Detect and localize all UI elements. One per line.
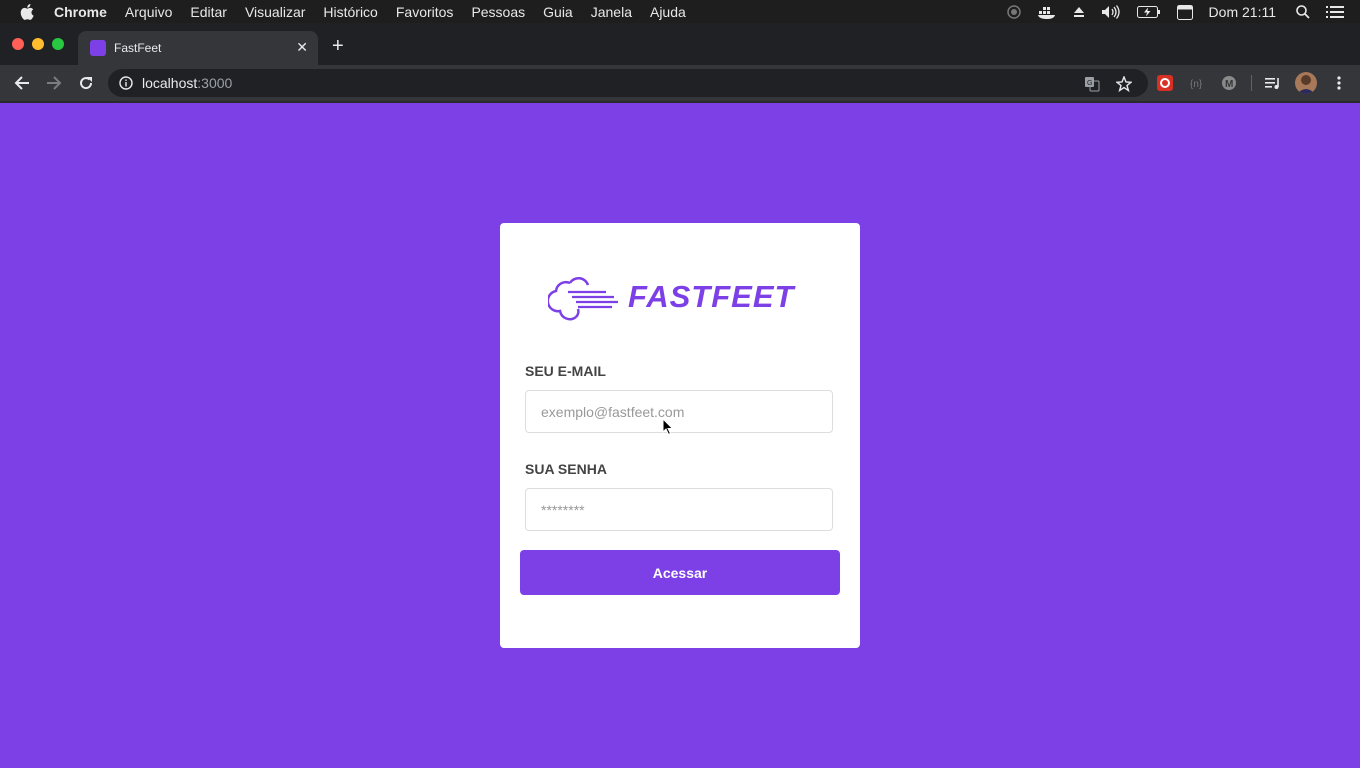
translate-icon[interactable]: G [1084,76,1100,97]
menubar-clock[interactable]: Dom 21:11 [1209,4,1276,20]
browser-tab-active[interactable]: FastFeet ✕ [78,31,318,65]
macos-menubar: Chrome Arquivo Editar Visualizar Históri… [0,0,1360,23]
window-maximize-button[interactable] [52,38,64,50]
login-card: FASTFEET SEU E-MAIL SUA SENHA Acessar [500,223,860,648]
fastfeet-favicon-icon [90,40,106,56]
menu-app-name[interactable]: Chrome [54,4,107,20]
menu-visualizar[interactable]: Visualizar [245,4,305,20]
docker-icon[interactable] [1037,5,1057,19]
url-host: localhost [142,75,198,91]
calendar-icon[interactable] [1176,4,1193,20]
chrome-menu-icon[interactable] [1330,74,1348,92]
email-label: SEU E-MAIL [525,363,606,379]
toolbar-divider [1251,75,1252,91]
menubar-status-area: Dom 21:11 [1006,0,1360,23]
svg-text:G: G [1087,80,1092,87]
fastfeet-logo-icon [548,276,618,321]
battery-icon[interactable] [1136,5,1161,18]
password-field[interactable] [525,488,833,531]
site-info-icon[interactable] [119,76,133,95]
menu-editar[interactable]: Editar [190,4,227,20]
notification-center-icon[interactable] [1326,5,1344,19]
login-page: FASTFEET SEU E-MAIL SUA SENHA Acessar [0,103,1360,768]
extension-react-devtools-icon[interactable]: {n} [1188,74,1206,92]
svg-text:M: M [1225,79,1233,90]
mouse-cursor-icon [662,418,674,436]
eject-icon[interactable] [1073,6,1085,18]
profile-avatar[interactable] [1295,72,1317,94]
menu-favoritos[interactable]: Favoritos [396,4,454,20]
password-label: SUA SENHA [525,461,607,477]
forward-arrow-icon[interactable] [44,73,64,93]
menu-arquivo[interactable]: Arquivo [125,4,172,20]
menu-ajuda[interactable]: Ajuda [650,4,686,20]
url-port: :3000 [197,75,233,91]
browser-tab-strip: FastFeet ✕ + [0,23,1360,65]
extension-red-icon[interactable] [1156,74,1174,92]
svg-text:{n}: {n} [1190,79,1203,90]
menu-historico[interactable]: Histórico [323,4,377,20]
extension-m-icon[interactable]: M [1220,74,1238,92]
browser-toolbar: localhost:3000 G {n} M [0,65,1360,101]
menu-pessoas[interactable]: Pessoas [471,4,525,20]
bookmark-star-icon[interactable] [1115,75,1133,97]
volume-icon[interactable] [1101,4,1121,19]
apple-icon[interactable] [20,0,36,23]
address-bar[interactable]: localhost:3000 G [108,69,1148,97]
tab-title: FastFeet [114,41,162,55]
fastfeet-logo: FASTFEET [548,273,812,323]
new-tab-icon[interactable]: + [332,36,344,56]
window-minimize-button[interactable] [32,38,44,50]
reload-icon[interactable] [76,73,96,93]
window-close-button[interactable] [12,38,24,50]
login-submit-button[interactable]: Acessar [520,550,840,595]
email-field[interactable] [525,390,833,433]
back-arrow-icon[interactable] [12,73,32,93]
media-control-icon[interactable] [1264,74,1282,92]
menu-janela[interactable]: Janela [591,4,632,20]
menu-guia[interactable]: Guia [543,4,573,20]
record-icon[interactable] [1006,4,1021,19]
logo-wordmark: FASTFEET [628,279,795,314]
spotlight-search-icon[interactable] [1296,4,1310,19]
tab-close-icon[interactable]: ✕ [296,39,308,56]
url-text[interactable]: localhost:3000 [142,75,232,91]
